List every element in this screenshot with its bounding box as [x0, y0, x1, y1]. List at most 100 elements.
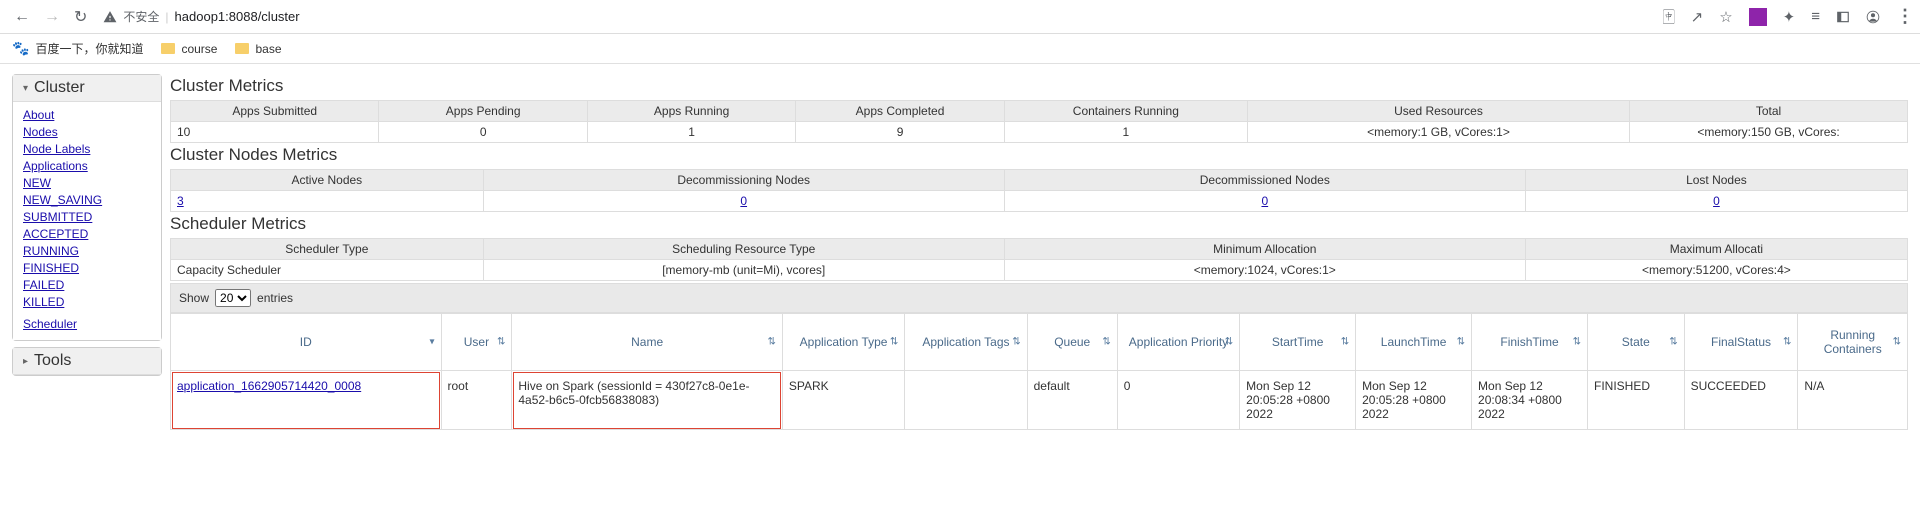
- share-icon[interactable]: ↗: [1691, 8, 1704, 26]
- app-id-link[interactable]: application_1662905714420_0008: [177, 379, 361, 393]
- section-scheduler-metrics: Scheduler Metrics: [170, 212, 1908, 238]
- reload-button[interactable]: ↻: [74, 7, 87, 27]
- sort-icon: ⇅: [497, 337, 505, 348]
- col-used-resources: Used Resources: [1247, 101, 1629, 122]
- cell-start: Mon Sep 12 20:05:28 +0800 2022: [1240, 371, 1356, 430]
- sort-icon: ⇅: [1783, 337, 1791, 348]
- col-app-type[interactable]: Application Type⇅: [782, 314, 904, 371]
- nav-state-running[interactable]: RUNNING: [23, 244, 79, 258]
- cell-total: <memory:150 GB, vCores:: [1630, 122, 1908, 143]
- link-decommissioning[interactable]: 0: [740, 194, 747, 208]
- entries-suffix: entries: [257, 291, 293, 305]
- cell-apps-running: 1: [587, 122, 795, 143]
- address-bar[interactable]: hadoop1:8088/cluster: [175, 9, 300, 24]
- panel-icon[interactable]: [1836, 10, 1850, 24]
- entries-bar: Show 20 entries: [170, 283, 1908, 313]
- sort-icon: ⇅: [890, 337, 898, 348]
- sort-icon: ⇅: [1102, 337, 1110, 348]
- col-apps-submitted: Apps Submitted: [171, 101, 379, 122]
- col-total: Total: [1630, 101, 1908, 122]
- col-start[interactable]: StartTime⇅: [1240, 314, 1356, 371]
- cluster-metrics-table: Apps Submitted Apps Pending Apps Running…: [170, 100, 1908, 143]
- entries-select[interactable]: 20: [215, 289, 251, 307]
- tools-panel-header[interactable]: ▸ Tools: [13, 348, 161, 375]
- link-decommissioned[interactable]: 0: [1261, 194, 1268, 208]
- link-active-nodes[interactable]: 3: [177, 194, 184, 208]
- translate-icon[interactable]: 🀄︎: [1663, 8, 1675, 25]
- nav-state-new[interactable]: NEW: [23, 176, 51, 190]
- cluster-panel-header[interactable]: ▾ Cluster: [13, 75, 161, 102]
- col-active-nodes: Active Nodes: [171, 170, 484, 191]
- cell-max-alloc: <memory:51200, vCores:4>: [1525, 260, 1907, 281]
- cell-launch: Mon Sep 12 20:05:28 +0800 2022: [1356, 371, 1472, 430]
- sort-icon: ⇅: [1669, 337, 1677, 348]
- cell-app-tags: [905, 371, 1027, 430]
- cell-used-resources: <memory:1 GB, vCores:1>: [1247, 122, 1629, 143]
- nav-scheduler[interactable]: Scheduler: [23, 317, 77, 331]
- sort-icon: ⇅: [1341, 337, 1349, 348]
- cell-priority: 0: [1117, 371, 1239, 430]
- link-lost[interactable]: 0: [1713, 194, 1720, 208]
- col-launch[interactable]: LaunchTime⇅: [1356, 314, 1472, 371]
- cell-apps-pending: 0: [379, 122, 587, 143]
- cell-app-type: SPARK: [782, 371, 904, 430]
- sort-icon: ⇅: [1012, 337, 1020, 348]
- bookmark-base[interactable]: base: [235, 42, 281, 56]
- col-app-tags[interactable]: Application Tags⇅: [905, 314, 1027, 371]
- star-icon[interactable]: ☆: [1719, 8, 1732, 26]
- col-decommissioning: Decommissioning Nodes: [483, 170, 1004, 191]
- col-finish[interactable]: FinishTime⇅: [1472, 314, 1588, 371]
- nav-state-accepted[interactable]: ACCEPTED: [23, 227, 88, 241]
- nav-state-killed[interactable]: KILLED: [23, 295, 64, 309]
- extensions-puzzle-icon[interactable]: ✦: [1783, 8, 1796, 26]
- nodes-metrics-table: Active Nodes Decommissioning Nodes Decom…: [170, 169, 1908, 212]
- bookmark-course[interactable]: course: [161, 42, 217, 56]
- cell-resource-type: [memory-mb (unit=Mi), vcores]: [483, 260, 1004, 281]
- col-name[interactable]: Name⇅: [512, 314, 783, 371]
- col-apps-pending: Apps Pending: [379, 101, 587, 122]
- col-queue[interactable]: Queue⇅: [1027, 314, 1117, 371]
- col-user[interactable]: User⇅: [441, 314, 512, 371]
- security-indicator[interactable]: 不安全 | hadoop1:8088/cluster: [103, 8, 299, 25]
- cell-finish: Mon Sep 12 20:08:34 +0800 2022: [1472, 371, 1588, 430]
- menu-icon[interactable]: ⋮: [1896, 6, 1912, 27]
- back-button[interactable]: ←: [14, 8, 30, 26]
- chrome-actions: 🀄︎ ↗ ☆ ✦ ≡ ⋮: [1663, 6, 1912, 27]
- nav-applications[interactable]: Applications: [23, 159, 88, 173]
- cell-user: root: [441, 371, 512, 430]
- nav-state-submitted[interactable]: SUBMITTED: [23, 210, 92, 224]
- cell-id: application_1662905714420_0008: [171, 371, 442, 430]
- nav-state-failed[interactable]: FAILED: [23, 278, 64, 292]
- nav-about[interactable]: About: [23, 108, 54, 122]
- nav-state-new-saving[interactable]: NEW_SAVING: [23, 193, 102, 207]
- cell-apps-submitted: 10: [171, 122, 379, 143]
- bookmark-label: base: [255, 42, 281, 56]
- col-final[interactable]: FinalStatus⇅: [1684, 314, 1798, 371]
- bookmarks-bar: 🐾 百度一下，你就知道 course base: [0, 34, 1920, 64]
- cluster-panel: ▾ Cluster About Nodes Node Labels Applic…: [12, 74, 162, 341]
- nav-nodes[interactable]: Nodes: [23, 125, 58, 139]
- bookmark-baidu[interactable]: 🐾 百度一下，你就知道: [12, 40, 143, 57]
- col-id[interactable]: ID▾: [171, 314, 442, 371]
- col-running-containers[interactable]: Running Containers⇅: [1798, 314, 1908, 371]
- sort-icon: ⇅: [1457, 337, 1465, 348]
- cell-name: Hive on Spark (sessionId = 430f27c8-0e1e…: [512, 371, 783, 430]
- nav-node-labels[interactable]: Node Labels: [23, 142, 90, 156]
- browser-toolbar: ← → ↻ 不安全 | hadoop1:8088/cluster 🀄︎ ↗ ☆ …: [0, 0, 1920, 34]
- profile-icon[interactable]: [1866, 10, 1880, 24]
- paw-icon: 🐾: [12, 40, 29, 57]
- forward-button[interactable]: →: [44, 8, 60, 26]
- col-priority[interactable]: Application Priority⇅: [1117, 314, 1239, 371]
- table-row: 10 0 1 9 1 <memory:1 GB, vCores:1> <memo…: [171, 122, 1908, 143]
- nav-state-finished[interactable]: FINISHED: [23, 261, 79, 275]
- extension-icon[interactable]: [1749, 8, 1767, 26]
- sort-icon: ⇅: [1225, 337, 1233, 348]
- col-state[interactable]: State⇅: [1587, 314, 1684, 371]
- cell-scheduler-type: Capacity Scheduler: [171, 260, 484, 281]
- cell-state: FINISHED: [1587, 371, 1684, 430]
- sort-icon: ⇅: [1573, 337, 1581, 348]
- col-max-alloc: Maximum Allocati: [1525, 239, 1907, 260]
- table-row: 3 0 0 0: [171, 191, 1908, 212]
- col-containers-running: Containers Running: [1004, 101, 1247, 122]
- reading-list-icon[interactable]: ≡: [1811, 8, 1820, 25]
